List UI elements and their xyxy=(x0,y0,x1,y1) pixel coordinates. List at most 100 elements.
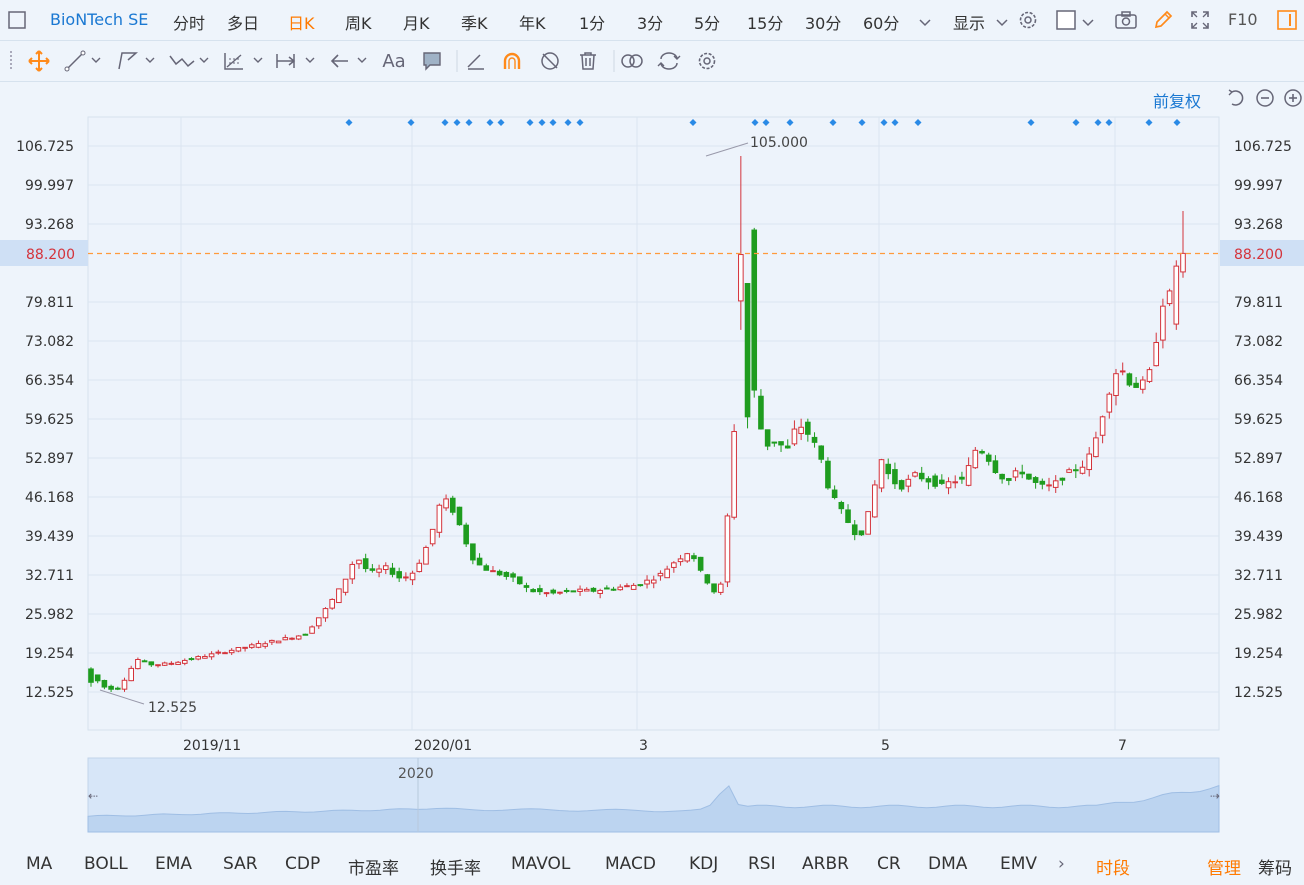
candle-body[interactable] xyxy=(798,426,804,435)
candle-body[interactable] xyxy=(108,685,114,690)
period-button[interactable]: 时段 xyxy=(1096,854,1130,879)
candle-body[interactable] xyxy=(557,591,563,594)
candle-body[interactable] xyxy=(918,472,925,480)
candle-body[interactable] xyxy=(1073,469,1079,472)
candle-body[interactable] xyxy=(1166,290,1173,305)
candle-body[interactable] xyxy=(208,653,215,658)
candle-body[interactable] xyxy=(1113,373,1119,396)
candle-body[interactable] xyxy=(583,588,590,592)
candle-body[interactable] xyxy=(872,484,878,518)
candlestick-chart[interactable]: 106.725 99.997 93.268 79.811 73.082 66.354 59.… xyxy=(0,82,1304,848)
indicator-dma[interactable]: DMA xyxy=(928,854,967,874)
tab-3min[interactable]: 3分 xyxy=(637,10,663,34)
tab-duori[interactable]: 多日 xyxy=(227,10,259,34)
candle-body[interactable] xyxy=(135,658,141,670)
candle-body[interactable] xyxy=(389,567,396,575)
candle-body[interactable] xyxy=(758,395,764,430)
candle-body[interactable] xyxy=(1066,469,1072,473)
indicator-mavol[interactable]: MAVOL xyxy=(511,854,570,874)
candle-body[interactable] xyxy=(382,565,389,571)
candle-body[interactable] xyxy=(315,617,322,627)
tab-60min[interactable]: 60分 xyxy=(863,10,899,34)
candle-body[interactable] xyxy=(630,584,637,590)
candle-body[interactable] xyxy=(255,643,262,648)
candle-body[interactable] xyxy=(376,568,382,573)
fullscreen-icon[interactable] xyxy=(1188,8,1212,32)
candle-body[interactable] xyxy=(416,562,423,573)
candle-body[interactable] xyxy=(925,478,932,483)
indicator-sar[interactable]: SAR xyxy=(223,854,258,874)
candle-body[interactable] xyxy=(664,568,670,579)
candle-body[interactable] xyxy=(563,589,570,592)
candle-body[interactable] xyxy=(738,254,744,302)
arrow-tool-icon[interactable] xyxy=(328,49,372,73)
tab-quarterly-k[interactable]: 季K xyxy=(461,10,488,34)
move-crosshair-icon[interactable] xyxy=(26,49,52,73)
indicator-kdj[interactable]: KDJ xyxy=(689,854,718,874)
candle-body[interactable] xyxy=(604,587,610,590)
candle-body[interactable] xyxy=(677,558,684,563)
candle-body[interactable] xyxy=(443,498,449,509)
candle-body[interactable] xyxy=(329,598,335,609)
candle-body[interactable] xyxy=(1019,471,1026,475)
candle-body[interactable] xyxy=(248,644,255,648)
candle-body[interactable] xyxy=(965,465,972,486)
candle-body[interactable] xyxy=(845,509,851,523)
candle-body[interactable] xyxy=(985,454,992,462)
candle-body[interactable] xyxy=(322,608,329,619)
candle-body[interactable] xyxy=(510,573,516,578)
candle-body[interactable] xyxy=(396,571,402,579)
candle-body[interactable] xyxy=(637,584,644,587)
candle-body[interactable] xyxy=(697,556,704,571)
candle-body[interactable] xyxy=(195,656,201,660)
candle-body[interactable] xyxy=(684,553,691,562)
candle-body[interactable] xyxy=(449,497,456,513)
candle-body[interactable] xyxy=(959,476,965,480)
screenshot-camera-icon[interactable] xyxy=(1113,8,1139,32)
side-panel-icon[interactable] xyxy=(1275,8,1299,32)
candle-body[interactable] xyxy=(101,679,108,688)
candle-body[interactable] xyxy=(1140,379,1146,390)
candle-body[interactable] xyxy=(202,655,208,659)
more-periods-chevron-icon[interactable] xyxy=(916,10,934,34)
candle-body[interactable] xyxy=(1052,480,1059,488)
candle-body[interactable] xyxy=(992,460,999,474)
indicator-rsi[interactable]: RSI xyxy=(748,854,776,874)
text-tool-icon[interactable]: Aa xyxy=(380,49,408,73)
eraser-pen-icon[interactable] xyxy=(462,49,490,73)
indicator-arbr[interactable]: ARBR xyxy=(802,854,849,874)
candle-body[interactable] xyxy=(282,637,289,641)
display-chevron-icon[interactable] xyxy=(993,10,1011,34)
candle-body[interactable] xyxy=(516,576,523,585)
candle-body[interactable] xyxy=(764,429,771,447)
draw-pencil-icon[interactable] xyxy=(1151,8,1175,32)
chart-settings-gear-icon[interactable] xyxy=(693,49,721,73)
candle-body[interactable] xyxy=(1026,473,1032,480)
candle-body[interactable] xyxy=(155,664,161,667)
candle-body[interactable] xyxy=(309,626,315,634)
indicator-turnover[interactable]: 换手率 xyxy=(430,854,481,879)
candle-body[interactable] xyxy=(1012,470,1019,478)
color-theme-icon[interactable] xyxy=(1054,8,1078,32)
candle-body[interactable] xyxy=(905,478,912,487)
candle-body[interactable] xyxy=(657,572,664,577)
indicator-cr[interactable]: CR xyxy=(877,854,901,874)
candle-body[interactable] xyxy=(892,469,898,485)
candle-body[interactable] xyxy=(1119,370,1126,373)
indicator-pe[interactable]: 市盈率 xyxy=(348,854,399,879)
chips-button[interactable]: 筹码 xyxy=(1258,854,1292,879)
candle-body[interactable] xyxy=(838,501,845,510)
magnet-snap-icon[interactable] xyxy=(498,49,526,73)
candle-body[interactable] xyxy=(161,662,168,666)
candle-body[interactable] xyxy=(671,562,677,568)
measure-tool-icon[interactable] xyxy=(274,49,318,73)
candle-body[interactable] xyxy=(275,640,282,644)
candle-body[interactable] xyxy=(851,524,858,536)
candle-body[interactable] xyxy=(295,635,302,640)
candle-body[interactable] xyxy=(470,543,476,561)
candle-body[interactable] xyxy=(550,589,557,594)
compare-overlay-icon[interactable] xyxy=(618,49,646,73)
candle-body[interactable] xyxy=(818,445,825,460)
candle-body[interactable] xyxy=(878,459,885,489)
candle-body[interactable] xyxy=(1046,484,1052,487)
